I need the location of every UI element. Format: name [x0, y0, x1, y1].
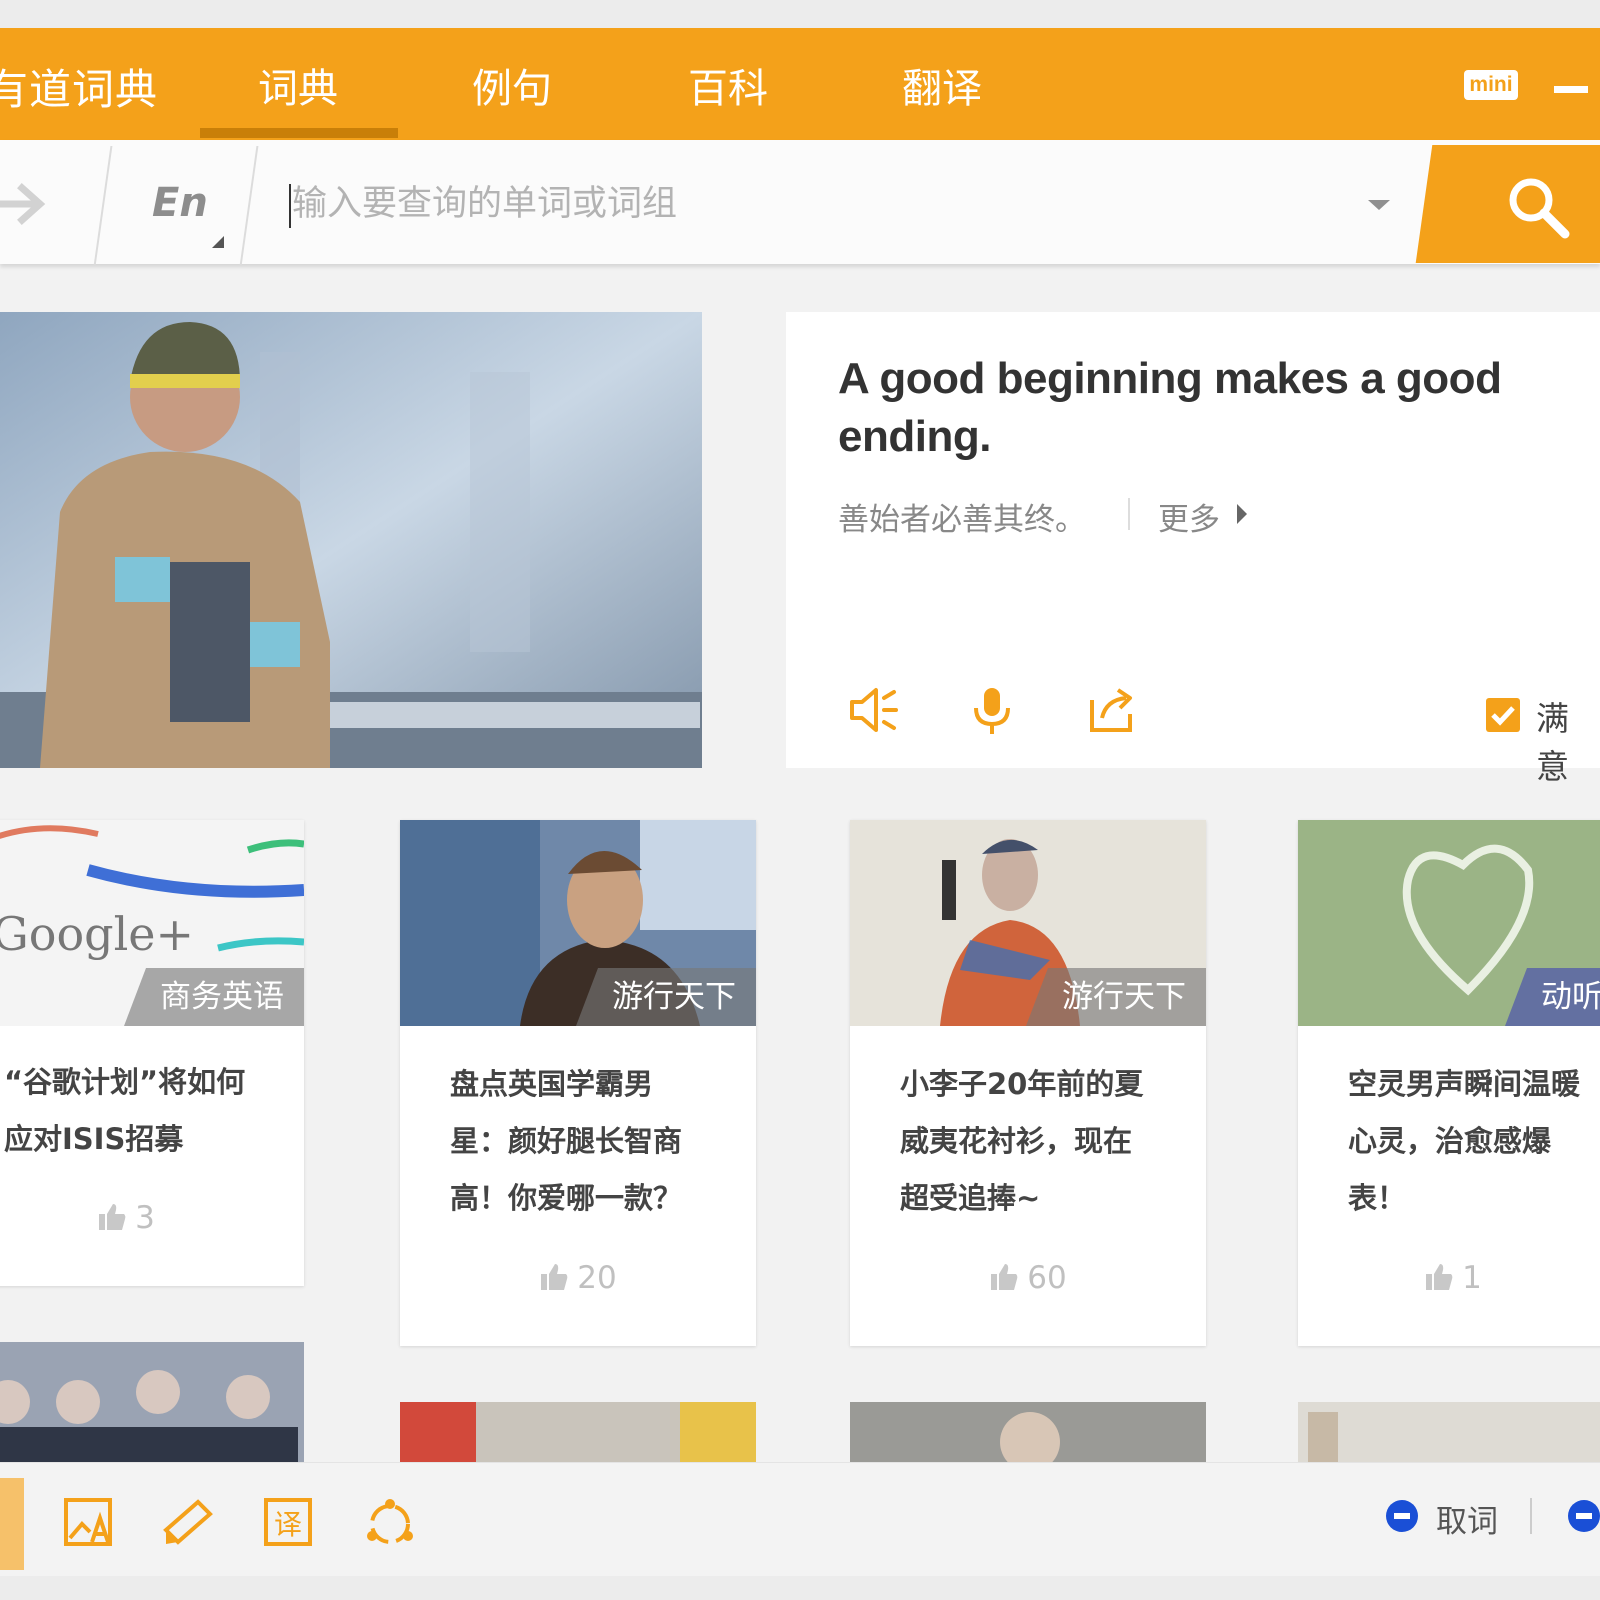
translate-icon[interactable]: 译	[262, 1496, 314, 1548]
thumbs-up-icon	[541, 1264, 568, 1290]
microphone-icon[interactable]	[966, 684, 1018, 736]
community-icon[interactable]	[364, 1496, 416, 1548]
image-translate-icon[interactable]	[62, 1496, 114, 1548]
svg-text:译: 译	[274, 1508, 302, 1541]
daily-sentence-chinese: 善始者必善其终。	[838, 502, 1086, 538]
article-image	[850, 1402, 1206, 1462]
article-image	[400, 1402, 756, 1462]
daily-sentence-english[interactable]: A good beginning makes a good ending.	[838, 350, 1538, 466]
tab-examples[interactable]: 例句	[472, 56, 552, 114]
search-icon[interactable]	[1505, 174, 1571, 240]
word-book-icon[interactable]	[162, 1496, 214, 1548]
window-top-edge	[0, 0, 1600, 28]
likes-count: 60	[1027, 1260, 1067, 1296]
article-card-partial[interactable]	[400, 1402, 756, 1462]
language-selector[interactable]: En	[152, 180, 208, 226]
text-cursor	[289, 184, 291, 228]
worker-cutting-stone-illustration	[0, 312, 702, 768]
forward-arrow-icon[interactable]	[0, 182, 48, 226]
checkmark-icon	[1491, 706, 1515, 726]
thumbs-up-icon	[99, 1204, 126, 1230]
article-tag: 商务英语	[124, 968, 304, 1026]
satisfied-label: 满意	[1536, 699, 1569, 786]
article-title: 空灵男声瞬间温暖心灵，治愈感爆表！	[1348, 1067, 1581, 1215]
satisfied-checkbox[interactable]	[1486, 698, 1520, 732]
divider	[1128, 498, 1130, 530]
daily-sentence-image[interactable]	[0, 312, 702, 768]
article-card[interactable]: 动听英 空灵男声瞬间温暖心灵，治愈感爆表！ 1	[1298, 820, 1600, 1346]
thumbs-up-icon	[1426, 1264, 1453, 1290]
bottom-toolbar-tab[interactable]	[0, 1478, 24, 1570]
article-likes[interactable]: 1	[1298, 1260, 1600, 1296]
top-bar	[0, 28, 1600, 140]
mini-mode-button[interactable]: mini	[1464, 70, 1518, 100]
tab-dictionary[interactable]: 词典	[258, 56, 338, 114]
app-brand: 有道词典	[0, 65, 159, 114]
article-card-partial[interactable]	[1298, 1402, 1600, 1462]
share-icon[interactable]	[1086, 684, 1138, 736]
divider	[1530, 1498, 1532, 1534]
google-plus-logo: Google+	[0, 907, 194, 961]
window-bottom-edge	[0, 1576, 1600, 1600]
search-input[interactable]	[292, 180, 1322, 228]
history-dropdown-icon[interactable]	[1368, 200, 1390, 210]
article-likes[interactable]: 20	[400, 1260, 756, 1296]
article-image	[0, 1342, 304, 1462]
likes-count: 3	[135, 1200, 155, 1236]
minimize-button[interactable]	[1554, 86, 1588, 93]
article-tag: 游行天下	[576, 968, 756, 1026]
thumbs-up-icon	[991, 1264, 1018, 1290]
article-card[interactable]: Google+ 商务英语 “谷歌计划”将如何应对ISIS招募 3	[0, 820, 304, 1286]
bottom-toolbar	[0, 1462, 1600, 1577]
likes-count: 1	[1462, 1260, 1482, 1296]
article-title: 小李子20年前的夏威夷花衬衫，现在超受追捧~	[900, 1067, 1144, 1215]
article-card[interactable]: 游行天下 盘点英国学霸男星：颜好腿长智商高！你爱哪一款？ 20	[400, 820, 756, 1346]
article-likes[interactable]: 3	[0, 1200, 304, 1236]
article-title: 盘点英国学霸男星：颜好腿长智商高！你爱哪一款？	[450, 1067, 683, 1215]
language-dropdown-corner-icon	[212, 236, 224, 248]
tab-encyclopedia[interactable]: 百科	[688, 56, 768, 114]
tab-translate[interactable]: 翻译	[902, 56, 982, 114]
article-likes[interactable]: 60	[850, 1260, 1206, 1296]
word-capture-toggle[interactable]: 取词	[1436, 1496, 1498, 1541]
status-indicator-icon[interactable]	[1568, 1500, 1600, 1532]
article-card-partial[interactable]	[0, 1342, 304, 1462]
article-tag: 游行天下	[1026, 968, 1206, 1026]
article-title: “谷歌计划”将如何应对ISIS招募	[4, 1065, 246, 1156]
more-link[interactable]: 更多	[1158, 494, 1220, 539]
article-image	[1298, 1402, 1600, 1462]
chevron-right-icon[interactable]	[1237, 504, 1247, 524]
likes-count: 20	[577, 1260, 617, 1296]
article-card[interactable]: 游行天下 小李子20年前的夏威夷花衬衫，现在超受追捧~ 60	[850, 820, 1206, 1346]
active-tab-indicator	[200, 128, 398, 138]
article-card-partial[interactable]	[850, 1402, 1206, 1462]
status-indicator-icon[interactable]	[1386, 1500, 1418, 1532]
speaker-icon[interactable]	[848, 684, 900, 736]
